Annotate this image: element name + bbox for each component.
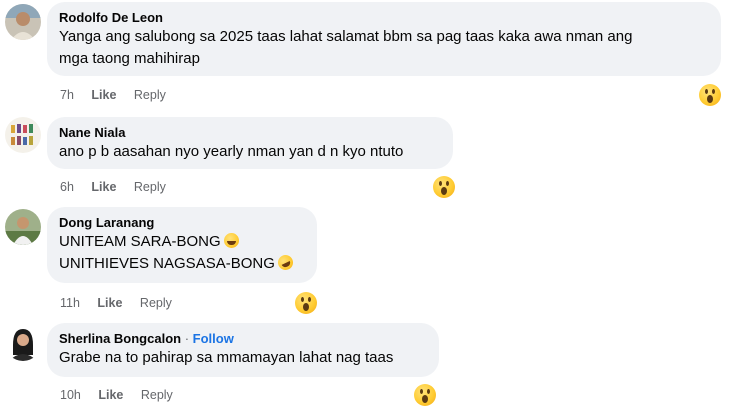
comment-text-line: Grabe na to pahirap sa mmamayan lahat na…	[59, 349, 394, 366]
comment-actions: 11h Like Reply	[60, 296, 186, 310]
comment-time[interactable]: 7h	[60, 88, 74, 102]
wow-reaction-icon[interactable]	[295, 292, 317, 314]
comment-text: Yanga ang salubong sa 2025 taas lahat sa…	[59, 26, 709, 70]
comment-text: UNITEAM SARA-BONG UNITHIEVES NAGSASA-BON…	[59, 231, 305, 275]
grinning-sweat-emoji	[223, 233, 239, 248]
comment-bubble: Rodolfo De Leon Yanga ang salubong sa 20…	[47, 2, 721, 76]
follow-button[interactable]: Follow	[193, 331, 234, 346]
comment-bubble: Sherlina Bongcalon · Follow Grabe na to …	[47, 323, 439, 377]
avatar[interactable]	[5, 4, 41, 40]
comment-author[interactable]: Rodolfo De Leon	[59, 9, 709, 26]
like-button[interactable]: Like	[91, 180, 116, 194]
comment-author[interactable]: Nane Niala	[59, 124, 441, 141]
comment-text-line: ano p b aasahan nyo yearly nman yan d n …	[59, 143, 404, 160]
reply-button[interactable]: Reply	[134, 180, 166, 194]
comment-actions: 7h Like Reply	[60, 88, 180, 102]
avatar[interactable]	[5, 325, 41, 361]
comment-text-line: UNITHIEVES NAGSASA-BONG	[59, 252, 305, 275]
comment-actions: 10h Like Reply	[60, 388, 187, 402]
like-button[interactable]: Like	[91, 88, 116, 102]
comment-text: ano p b aasahan nyo yearly nman yan d n …	[59, 141, 441, 163]
reply-button[interactable]: Reply	[140, 296, 172, 310]
comment-text-segment: UNITHIEVES NAGSASA-BONG	[59, 255, 275, 272]
wow-reaction-icon[interactable]	[433, 176, 455, 198]
like-button[interactable]: Like	[98, 388, 123, 402]
comment-author[interactable]: Dong Laranang	[59, 214, 305, 231]
like-button[interactable]: Like	[97, 296, 122, 310]
avatar[interactable]	[5, 209, 41, 245]
wow-reaction-icon[interactable]	[414, 384, 436, 406]
reply-button[interactable]: Reply	[141, 388, 173, 402]
comment-text-segment: UNITEAM SARA-BONG	[59, 233, 221, 250]
separator-dot: ·	[184, 331, 190, 346]
comment-text-line: mga taong mahihirap	[59, 50, 200, 67]
comment-actions: 6h Like Reply	[60, 180, 180, 194]
comment-text-line: UNITEAM SARA-BONG	[59, 231, 305, 253]
comment-author-row: Sherlina Bongcalon · Follow	[59, 330, 427, 347]
avatar[interactable]	[5, 117, 41, 153]
reply-button[interactable]: Reply	[134, 88, 166, 102]
wow-reaction-icon[interactable]	[699, 84, 721, 106]
comment-time[interactable]: 10h	[60, 388, 81, 402]
comment-bubble: Nane Niala ano p b aasahan nyo yearly nm…	[47, 117, 453, 169]
comment-author[interactable]: Sherlina Bongcalon	[59, 331, 181, 346]
comment-time[interactable]: 11h	[60, 296, 80, 310]
comment-text: Grabe na to pahirap sa mmamayan lahat na…	[59, 347, 427, 369]
rofl-emoji	[275, 252, 296, 273]
comment-time[interactable]: 6h	[60, 180, 74, 194]
comment-bubble: Dong Laranang UNITEAM SARA-BONG UNITHIEV…	[47, 207, 317, 283]
comment-text-line: Yanga ang salubong sa 2025 taas lahat sa…	[59, 28, 633, 45]
